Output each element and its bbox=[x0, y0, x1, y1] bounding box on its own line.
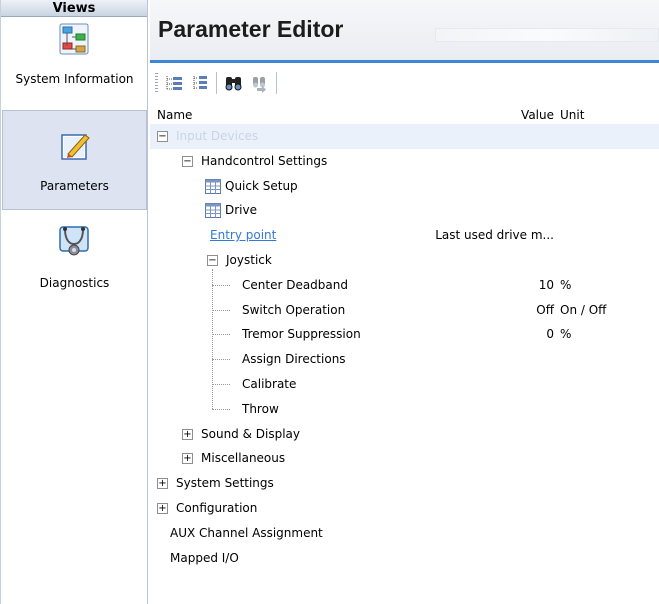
tree-row-miscellaneous[interactable]: + Miscellaneous bbox=[150, 446, 659, 471]
column-header-value[interactable]: Value bbox=[420, 108, 554, 122]
grid-header: Name Value Unit bbox=[150, 104, 659, 124]
system-information-icon bbox=[59, 23, 89, 55]
row-name: Tremor Suppression bbox=[242, 327, 361, 342]
row-name: Center Deadband bbox=[242, 277, 348, 292]
row-name: Miscellaneous bbox=[201, 451, 286, 466]
find-icon[interactable] bbox=[224, 73, 244, 93]
views-header: Views bbox=[1, 0, 147, 17]
toolbar-separator bbox=[276, 72, 277, 94]
tree-connector-line bbox=[212, 268, 213, 409]
row-name: Throw bbox=[242, 401, 279, 416]
collapse-icon[interactable]: − bbox=[182, 155, 193, 167]
row-value[interactable]: 10 bbox=[420, 278, 554, 292]
tree-connector-line bbox=[212, 384, 230, 385]
toolbar-separator bbox=[216, 72, 217, 94]
expand-icon[interactable]: + bbox=[157, 478, 168, 490]
tree-row-configuration[interactable]: + Configuration bbox=[150, 496, 659, 521]
tree-connector-line bbox=[212, 334, 230, 336]
row-name: Mapped I/O bbox=[170, 550, 239, 565]
diagnostics-icon bbox=[59, 226, 89, 256]
title-bar: Parameter Editor bbox=[150, 0, 659, 63]
collapse-icon[interactable]: − bbox=[207, 255, 218, 266]
tree-row-system-settings[interactable]: + System Settings bbox=[150, 471, 659, 496]
row-value[interactable]: 0 bbox=[420, 327, 554, 341]
expand-all-icon[interactable] bbox=[164, 73, 184, 93]
row-name: System Settings bbox=[176, 476, 274, 491]
toolbar-grip[interactable] bbox=[155, 73, 158, 93]
view-label: Parameters bbox=[40, 179, 109, 193]
row-name: Sound & Display bbox=[201, 426, 301, 441]
row-unit: On / Off bbox=[560, 302, 607, 317]
tree-row-drive[interactable]: Drive bbox=[150, 198, 659, 223]
application-window: Views System Information Parameters Diag… bbox=[0, 0, 659, 604]
row-unit: % bbox=[560, 327, 572, 342]
expand-icon[interactable]: + bbox=[182, 453, 193, 465]
row-name: Drive bbox=[225, 203, 257, 218]
entry-point-link[interactable]: Entry point bbox=[210, 228, 276, 242]
parameter-editor-pane: Parameter Editor Name Value Unit − Input… bbox=[150, 0, 659, 604]
view-diagnostics[interactable]: Diagnostics bbox=[2, 214, 147, 306]
view-system-information[interactable]: System Information bbox=[2, 18, 147, 110]
tree-connector-line bbox=[212, 359, 230, 361]
views-panel: Views System Information Parameters Diag… bbox=[0, 0, 148, 604]
tree-row-quick-setup[interactable]: Quick Setup bbox=[150, 174, 659, 199]
expand-icon[interactable]: + bbox=[182, 428, 193, 440]
collapse-icon[interactable]: − bbox=[157, 131, 168, 142]
parameters-icon bbox=[61, 134, 90, 160]
collapse-all-icon[interactable] bbox=[190, 73, 210, 93]
row-name: Switch Operation bbox=[242, 302, 346, 317]
grid-table-icon bbox=[205, 178, 221, 194]
page-title: Parameter Editor bbox=[158, 16, 344, 42]
tree-row-entry-point[interactable]: Entry point Last used drive m... bbox=[150, 223, 659, 248]
column-header-unit[interactable]: Unit bbox=[560, 108, 584, 122]
row-name: AUX Channel Assignment bbox=[170, 525, 323, 540]
view-label: Diagnostics bbox=[39, 276, 110, 290]
row-name: Quick Setup bbox=[225, 178, 298, 193]
tree-connector-line bbox=[212, 309, 230, 311]
row-name: Configuration bbox=[176, 501, 258, 515]
grid-table-icon bbox=[205, 203, 221, 219]
title-decoration bbox=[435, 28, 659, 42]
view-parameters[interactable]: Parameters bbox=[2, 110, 147, 210]
tree-connector-line bbox=[212, 408, 230, 410]
row-name: Joystick bbox=[226, 253, 272, 267]
row-unit: % bbox=[560, 277, 572, 292]
row-name: Assign Directions bbox=[242, 352, 346, 367]
tree-row-aux-channel-assignment[interactable]: AUX Channel Assignment bbox=[150, 521, 659, 546]
row-name: Handcontrol Settings bbox=[201, 153, 328, 168]
tree-row-input-devices[interactable]: − Input Devices bbox=[150, 124, 659, 149]
tree-row-joystick[interactable]: − Joystick bbox=[150, 248, 659, 273]
column-header-name[interactable]: Name bbox=[157, 108, 192, 122]
tree-row-mapped-io[interactable]: Mapped I/O bbox=[150, 546, 659, 571]
tree-row-handcontrol-settings[interactable]: − Handcontrol Settings bbox=[150, 149, 659, 174]
view-label: System Information bbox=[15, 72, 134, 86]
find-next-icon[interactable] bbox=[250, 73, 270, 93]
parameter-tree-grid: Name Value Unit − Input Devices − Handcontr… bbox=[150, 104, 659, 604]
row-name: Input Devices bbox=[176, 129, 259, 143]
row-name: Calibrate bbox=[242, 377, 297, 391]
tree-row-sound-display[interactable]: + Sound & Display bbox=[150, 422, 659, 447]
row-value[interactable]: Last used drive m... bbox=[420, 228, 554, 242]
toolbar bbox=[150, 63, 659, 103]
row-value[interactable]: Off bbox=[420, 303, 554, 317]
tree-connector-line bbox=[212, 284, 230, 286]
expand-icon[interactable]: + bbox=[157, 503, 168, 514]
